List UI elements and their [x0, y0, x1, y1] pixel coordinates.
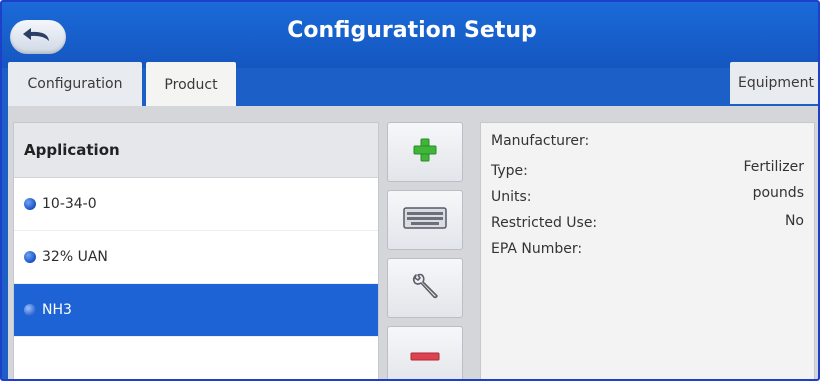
detail-label: Type:	[491, 163, 528, 179]
tab-label: Configuration	[27, 76, 123, 92]
back-arrow-icon	[21, 24, 55, 50]
add-icon	[412, 137, 438, 167]
list-item-selected[interactable]: NH3	[14, 284, 378, 337]
list-header: Application	[14, 123, 378, 178]
detail-label: EPA Number:	[491, 241, 583, 257]
radio-dot-icon	[24, 304, 36, 316]
application-list: Application 10-34-0 32% UAN NH3	[13, 122, 379, 379]
list-item[interactable]: 32% UAN	[14, 231, 378, 284]
wrench-icon	[410, 271, 440, 305]
keyboard-button[interactable]	[387, 190, 463, 250]
remove-icon	[410, 347, 440, 366]
list-item-label: NH3	[42, 302, 72, 318]
wrench-button[interactable]	[387, 258, 463, 318]
detail-value: pounds	[752, 185, 804, 201]
tab-equipment[interactable]: Equipment	[730, 62, 818, 104]
remove-button[interactable]	[387, 326, 463, 379]
tab-label: Equipment	[738, 75, 814, 91]
detail-value: Fertilizer	[743, 159, 804, 175]
detail-label: Units:	[491, 189, 532, 205]
radio-dot-icon	[24, 198, 36, 210]
detail-value: No	[784, 213, 804, 229]
list-item[interactable]: 10-34-0	[14, 178, 378, 231]
list-item-label: 10-34-0	[42, 196, 97, 212]
keyboard-icon	[403, 207, 447, 233]
radio-dot-icon	[24, 251, 36, 263]
page-title: Configuration Setup	[287, 18, 537, 43]
detail-label: Manufacturer:	[491, 133, 590, 149]
add-button[interactable]	[387, 122, 463, 182]
app-window: Configuration Setup Configuration Produc…	[0, 0, 820, 381]
list-item-label: 32% UAN	[42, 249, 108, 265]
detail-label: Restricted Use:	[491, 215, 598, 231]
tab-product[interactable]: Product	[146, 62, 236, 108]
tab-label: Product	[164, 77, 218, 93]
product-details: Manufacturer: Type: Fertilizer Units: po…	[480, 122, 815, 379]
back-button[interactable]	[10, 20, 66, 54]
tab-configuration[interactable]: Configuration	[8, 62, 142, 106]
title-bar: Configuration Setup	[2, 2, 818, 68]
